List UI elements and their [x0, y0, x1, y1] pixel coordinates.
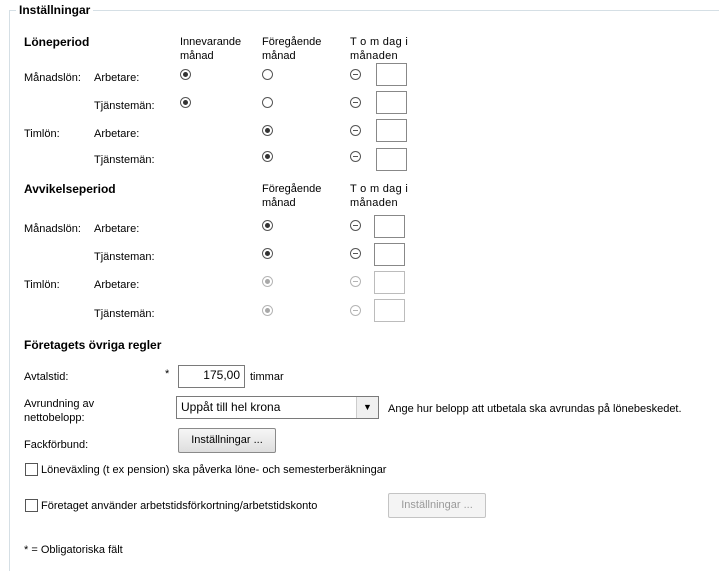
- required-footnote: * = Obligatoriska fält: [24, 544, 123, 556]
- lp-manad-tjansteman-current-radio[interactable]: [180, 97, 191, 108]
- lonevaxling-label: Löneväxling (t ex pension) ska påverka l…: [41, 464, 387, 476]
- manadslon-label: Månadslön:: [24, 223, 81, 235]
- tjansteman-label: Tjänstemän:: [94, 100, 155, 112]
- avrundning-select-value: Uppåt till hel krona: [181, 400, 281, 414]
- tjansteman-label: Tjänstemän:: [94, 308, 155, 320]
- chevron-down-icon[interactable]: ▼: [356, 397, 378, 418]
- ap-manad-tjansteman-tom-radio[interactable]: [350, 248, 361, 259]
- avrundning-label: Avrundning av nettobelopp:: [24, 398, 95, 424]
- ovriga-regler-heading: Företagets övriga regler: [24, 338, 162, 352]
- lp-manad-tjansteman-day-input[interactable]: [376, 91, 407, 114]
- group-title: Inställningar: [16, 3, 94, 17]
- arbetstid-settings-button[interactable]: Inställningar ...: [388, 493, 486, 518]
- tjansteman-label: Tjänstemän:: [94, 154, 155, 166]
- ap-manad-tjansteman-day-input[interactable]: [374, 243, 405, 266]
- col-previous-month: Föregående månad: [262, 183, 322, 209]
- lp-tim-arbetare-previous-radio[interactable]: [262, 125, 273, 136]
- ap-manad-arbetare-day-input[interactable]: [374, 215, 405, 238]
- lp-tim-arbetare-day-input[interactable]: [376, 119, 407, 142]
- arbetare-label: Arbetare:: [94, 128, 140, 140]
- ap-tim-arbetare-previous-radio[interactable]: [262, 276, 273, 287]
- lp-manad-arbetare-previous-radio[interactable]: [262, 69, 273, 80]
- arbetstid-label: Företaget använder arbetstidsförkortning…: [41, 500, 318, 512]
- tjansteman-label: Tjänsteman:: [94, 251, 155, 263]
- ap-tim-arbetare-day-input[interactable]: [374, 271, 405, 294]
- ap-tim-tjansteman-previous-radio[interactable]: [262, 305, 273, 316]
- fackforbund-settings-button[interactable]: Inställningar ...: [178, 428, 276, 453]
- ap-tim-tjansteman-tom-radio[interactable]: [350, 305, 361, 316]
- lp-manad-tjansteman-tom-radio[interactable]: [350, 97, 361, 108]
- lp-tim-arbetare-tom-radio[interactable]: [350, 125, 361, 136]
- col-tom-day: T o m dag i månaden: [350, 36, 409, 62]
- lp-tim-tjansteman-tom-radio[interactable]: [350, 151, 361, 162]
- lp-tim-tjansteman-previous-radio[interactable]: [262, 151, 273, 162]
- col-current-month: Innevarande månad: [180, 36, 242, 62]
- required-marker: *: [165, 368, 170, 380]
- col-previous-month: Föregående månad: [262, 36, 322, 62]
- avtalstid-input[interactable]: 175,00: [178, 365, 245, 388]
- timlon-label: Timlön:: [24, 128, 60, 140]
- ap-manad-arbetare-tom-radio[interactable]: [350, 220, 361, 231]
- lp-manad-tjansteman-previous-radio[interactable]: [262, 97, 273, 108]
- ap-manad-tjansteman-previous-radio[interactable]: [262, 248, 273, 259]
- lp-manad-arbetare-tom-radio[interactable]: [350, 69, 361, 80]
- lonevaxling-checkbox[interactable]: [25, 463, 38, 476]
- loneperiod-heading: Löneperiod: [24, 35, 90, 49]
- ap-manad-arbetare-previous-radio[interactable]: [262, 220, 273, 231]
- timlon-label: Timlön:: [24, 279, 60, 291]
- lp-manad-arbetare-current-radio[interactable]: [180, 69, 191, 80]
- manadslon-label: Månadslön:: [24, 72, 81, 84]
- avtalstid-unit: timmar: [250, 371, 284, 383]
- arbetare-label: Arbetare:: [94, 223, 140, 235]
- arbetstid-checkbox[interactable]: [25, 499, 38, 512]
- lp-manad-arbetare-day-input[interactable]: [376, 63, 407, 86]
- ap-tim-arbetare-tom-radio[interactable]: [350, 276, 361, 287]
- arbetare-label: Arbetare:: [94, 72, 140, 84]
- lp-tim-tjansteman-day-input[interactable]: [376, 148, 407, 171]
- fackforbund-label: Fackförbund:: [24, 439, 89, 451]
- avrundning-hint: Ange hur belopp att utbetala ska avrunda…: [388, 403, 682, 415]
- ap-tim-tjansteman-day-input[interactable]: [374, 299, 405, 322]
- avtalstid-label: Avtalstid:: [24, 371, 69, 383]
- arbetare-label: Arbetare:: [94, 279, 140, 291]
- avrundning-select[interactable]: Uppåt till hel krona ▼: [176, 396, 379, 419]
- col-tom-day: T o m dag i månaden: [350, 183, 409, 209]
- avvikelseperiod-heading: Avvikelseperiod: [24, 182, 116, 196]
